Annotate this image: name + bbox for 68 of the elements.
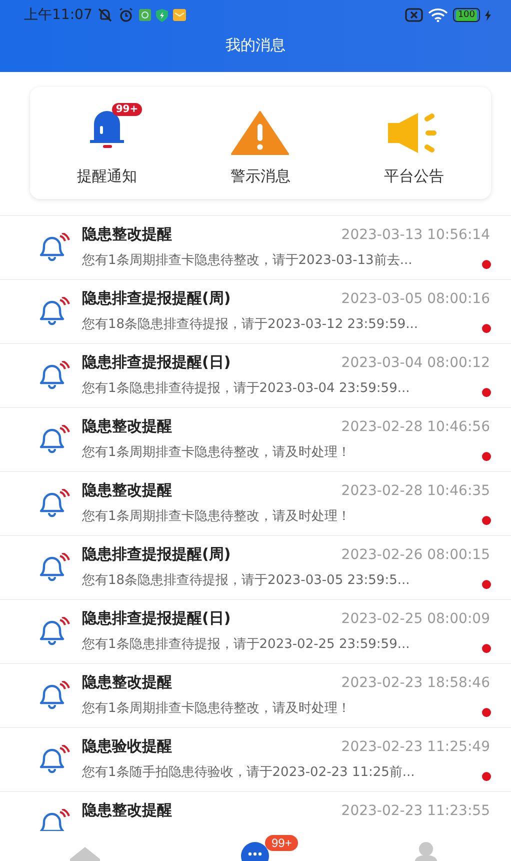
message-time: 2023-02-23 11:23:55 xyxy=(341,803,490,819)
bell-icon xyxy=(38,745,70,773)
message-time: 2023-03-04 08:00:12 xyxy=(341,355,490,371)
message-text: 您有18条隐患排查待提报，请于2023-03-12 23:59:59... xyxy=(82,316,418,332)
charging-icon xyxy=(485,10,491,20)
message-title: 隐患整改提醒 xyxy=(82,481,172,500)
message-time: 2023-02-28 10:46:35 xyxy=(341,483,490,499)
alarm-clock-icon xyxy=(118,7,134,23)
message-row[interactable]: 隐患整改提醒 2023-02-28 10:46:35 您有1条周期排查卡隐患待整改，请及时处理！ xyxy=(0,472,511,536)
message-text: 您有1条隐患排查待提报，请于2023-03-04 23:59:59... xyxy=(82,380,410,396)
message-time: 2023-02-23 11:25:49 xyxy=(341,739,490,755)
shield-icon xyxy=(156,8,168,22)
message-title: 隐患排查提报提醒(日) xyxy=(82,353,231,372)
message-title: 隐患排查提报提醒(日) xyxy=(82,609,231,628)
message-text: 您有1条周期排查卡隐患待整改，请及时处理！ xyxy=(82,700,350,716)
status-time: 上午11:07 xyxy=(24,6,92,24)
message-time: 2023-02-23 18:58:46 xyxy=(341,675,490,691)
profile-icon xyxy=(414,841,438,861)
message-title: 隐患排查提报提醒(周) xyxy=(82,289,231,308)
bell-icon xyxy=(38,297,70,325)
message-row[interactable]: 隐患整改提醒 2023-02-23 18:58:46 您有1条周期排查卡隐患待整改，请及时处理！ xyxy=(0,664,511,728)
message-text: 您有1条隐患排查待提报，请于2023-02-25 23:59:59... xyxy=(82,636,410,652)
category-button[interactable]: 99+ 提醒通知 xyxy=(30,100,184,186)
no-sim-icon xyxy=(404,8,423,22)
category-button[interactable]: 平台公告 xyxy=(337,100,491,186)
bell-icon xyxy=(38,681,70,709)
message-title: 隐患整改提醒 xyxy=(82,801,172,820)
message-time: 2023-02-26 08:00:15 xyxy=(341,547,490,563)
message-title: 隐患整改提醒 xyxy=(82,417,172,436)
message-title: 隐患排查提报提醒(周) xyxy=(82,545,231,564)
mail-icon xyxy=(173,9,186,21)
count-badge: 99+ xyxy=(265,835,298,851)
nav-tab[interactable]: 99+ xyxy=(170,831,341,861)
message-row[interactable]: 隐患排查提报提醒(日) 2023-02-25 08:00:09 您有1条隐患排查待提报，请于2023-02-25 23:59:59... xyxy=(0,600,511,664)
message-row[interactable]: 隐患排查提报提醒(日) 2023-03-04 08:00:12 您有1条隐患排查待提报，请于2023-03-04 23:59:59... xyxy=(0,344,511,408)
bell-icon xyxy=(38,425,70,453)
message-time: 2023-03-13 10:56:14 xyxy=(341,227,490,243)
message-text: 您有1条周期排查卡隐患待整改，请及时处理！ xyxy=(82,444,350,460)
bell-icon xyxy=(38,489,70,517)
message-text: 您有1条周期排查卡隐患待整改，请于2023-03-13前去... xyxy=(82,252,412,268)
bell-icon xyxy=(38,553,70,581)
wifi-icon xyxy=(428,8,448,22)
count-badge: 99+ xyxy=(112,102,142,116)
page-title: 我的消息 xyxy=(224,36,286,55)
category-button[interactable]: 警示消息 xyxy=(184,100,338,186)
bell-icon xyxy=(38,361,70,389)
message-title: 隐患整改提醒 xyxy=(82,225,172,244)
app-notification-icon xyxy=(139,9,152,21)
bell-icon xyxy=(90,110,124,148)
message-row[interactable]: 隐患整改提醒 2023-02-28 10:46:56 您有1条周期排查卡隐患待整改，请及时处理！ xyxy=(0,408,511,472)
bell-icon xyxy=(38,617,70,645)
message-text: 您有18条隐患排查待提报，请于2023-03-05 23:59:5... xyxy=(82,572,410,588)
bell-icon xyxy=(38,809,70,831)
message-text: 您有1条随手拍隐患待验收，请于2023-02-23 11:25前... xyxy=(82,764,415,780)
message-row[interactable]: 隐患整改提醒 2023-03-13 10:56:14 您有1条周期排查卡隐患待整改，请于2023-03-13前去... xyxy=(0,216,511,280)
message-row[interactable]: 隐患排查提报提醒(周) 2023-03-05 08:00:16 您有18条隐患排查待提报，请于2023-03-12 23:59:59... xyxy=(0,280,511,344)
message-time: 2023-02-25 08:00:09 xyxy=(341,611,490,627)
message-title: 隐患验收提醒 xyxy=(82,737,172,756)
warning-icon xyxy=(231,110,290,154)
message-row[interactable]: 隐患排查提报提醒(周) 2023-02-26 08:00:15 您有18条隐患排查待提报，请于2023-03-05 23:59:5... xyxy=(0,536,511,600)
bell-off-icon xyxy=(97,7,114,23)
battery-icon: 100 xyxy=(452,8,480,22)
message-title: 隐患整改提醒 xyxy=(82,673,172,692)
message-time: 2023-03-05 08:00:16 xyxy=(341,291,490,307)
message-text: 您有1条周期排查卡隐患待整改，请及时处理！ xyxy=(82,508,350,524)
message-time: 2023-02-28 10:46:56 xyxy=(341,419,490,435)
message-row[interactable]: 隐患验收提醒 2023-02-23 11:25:49 您有1条随手拍隐患待验收，请于2023-02-23 11:25前... xyxy=(0,728,511,792)
bell-icon xyxy=(38,233,70,261)
